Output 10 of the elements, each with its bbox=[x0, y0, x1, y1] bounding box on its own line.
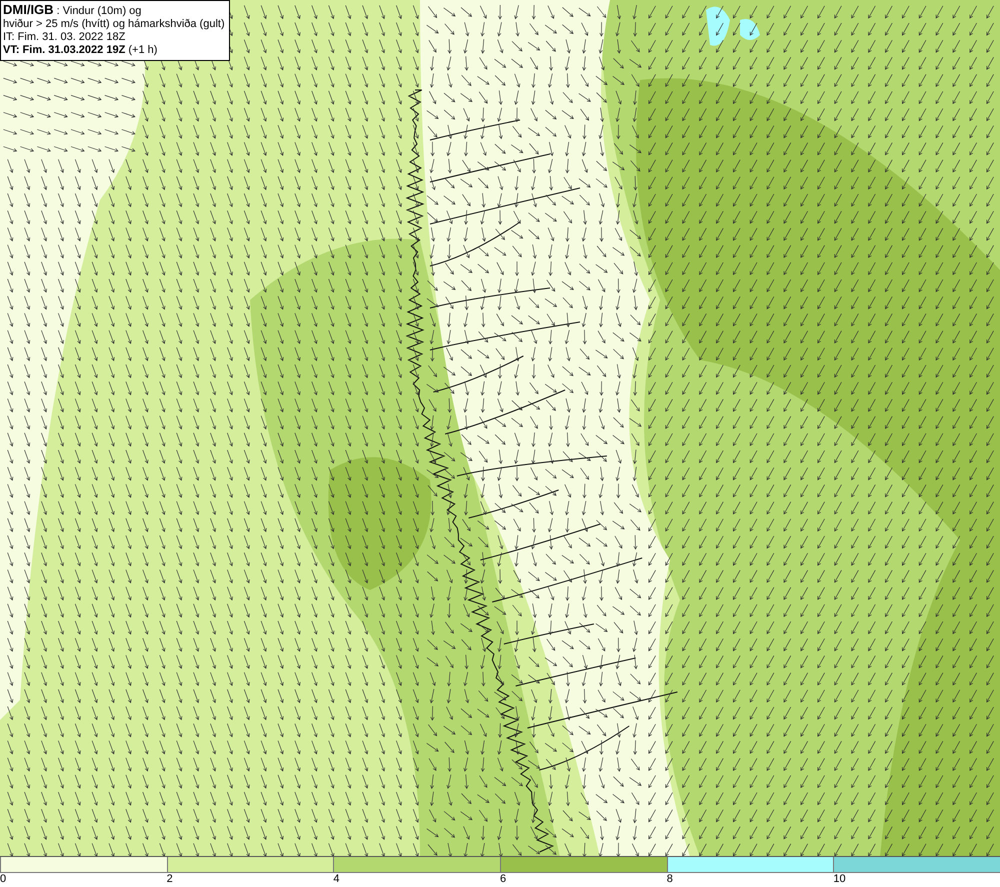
legend-label: 10 bbox=[833, 873, 846, 886]
legend-label: 4 bbox=[333, 873, 340, 886]
info-text: VT: Fim. 31.03.2022 19Z (+1 h) bbox=[3, 44, 158, 57]
legend-label: 2 bbox=[166, 873, 173, 886]
legend-label: 6 bbox=[500, 873, 506, 886]
info-text: hviður > 25 m/s (hvítt) og hámarkshviða (gult) bbox=[3, 18, 225, 31]
legend-label: 8 bbox=[666, 873, 673, 886]
legend-label: 0 bbox=[0, 873, 6, 886]
info-text: DMI/IGB : Vindur (10m) og bbox=[3, 3, 142, 18]
info-text: IT: Fim. 31. 03. 2022 18Z bbox=[3, 31, 126, 44]
